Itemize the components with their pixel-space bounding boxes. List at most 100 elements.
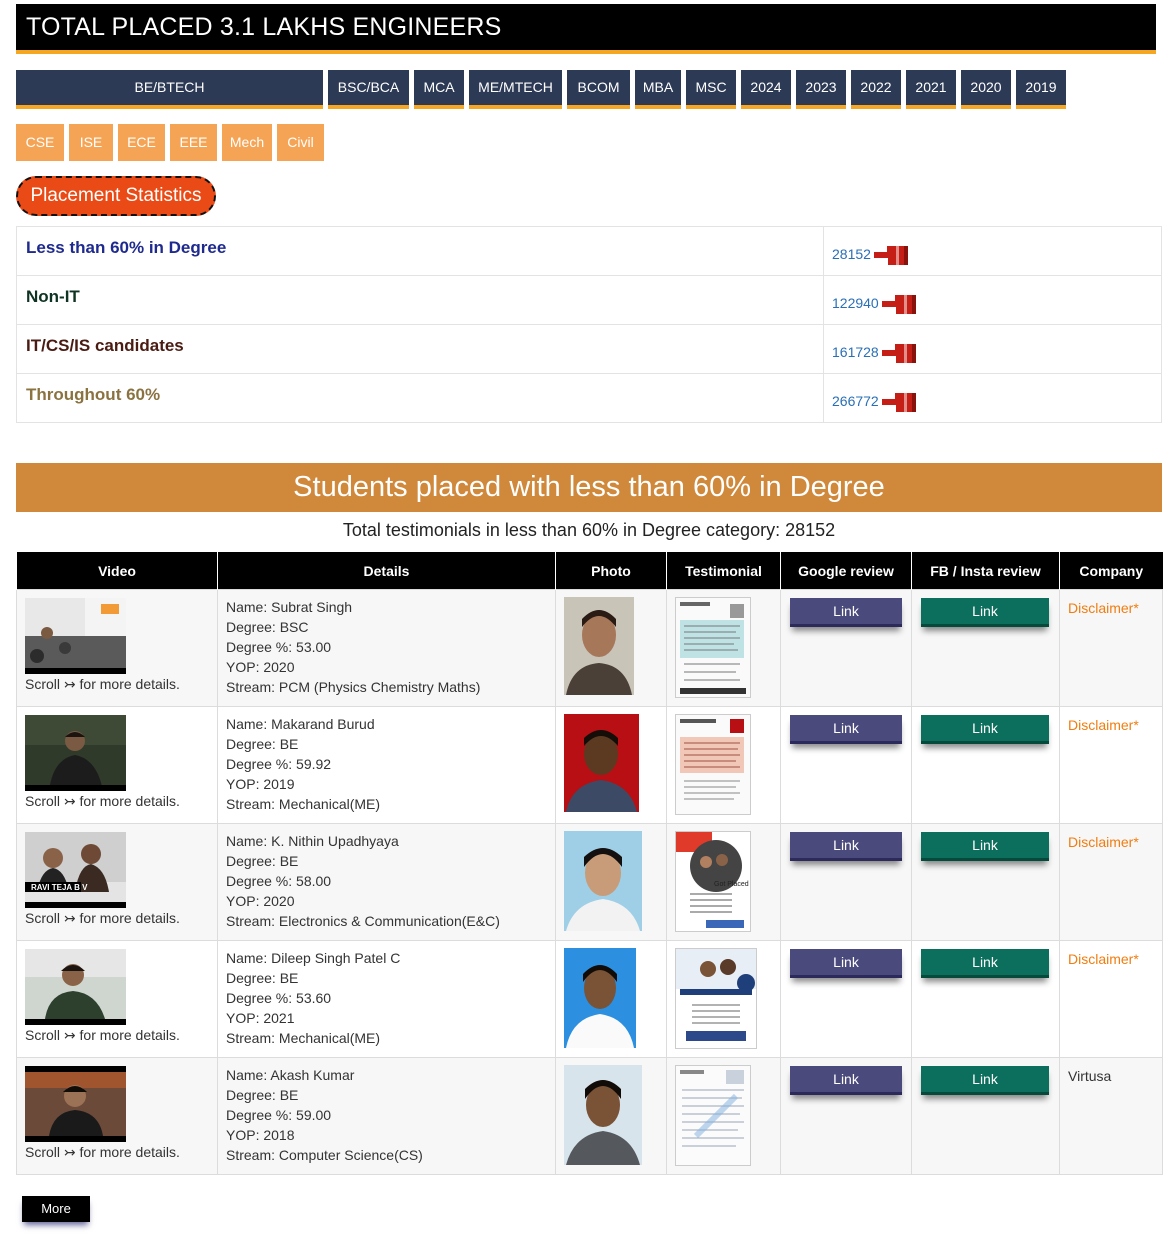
student-stream: Stream: Computer Science(CS): [226, 1147, 423, 1163]
tab-me-mtech[interactable]: ME/MTECH: [469, 70, 562, 109]
stats-count-link[interactable]: 266772: [832, 393, 879, 409]
tab-msc[interactable]: MSC: [686, 70, 736, 109]
tab-ise[interactable]: ISE: [69, 124, 113, 161]
student-degree-percentage: Degree %: 53.60: [226, 990, 332, 1006]
tab-mba[interactable]: MBA: [635, 70, 681, 109]
student-photo[interactable]: [564, 831, 642, 931]
company-disclaimer-link[interactable]: Disclaimer*: [1068, 600, 1162, 616]
video-thumbnail[interactable]: [25, 715, 126, 791]
student-photo[interactable]: [564, 597, 634, 695]
video-thumbnail[interactable]: [25, 598, 126, 674]
testimonial-image[interactable]: [675, 714, 751, 815]
more-button[interactable]: More: [22, 1196, 90, 1222]
company-name: Virtusa: [1068, 1068, 1112, 1084]
video-frame-image: [25, 1066, 126, 1142]
column-header-fb-insta-review: FB / Insta review: [911, 552, 1060, 590]
video-frame-image: [25, 949, 126, 1025]
tab-2020[interactable]: 2020: [961, 70, 1011, 109]
pointing-hand-icon: [881, 343, 916, 363]
stats-label: Less than 60% in Degree: [26, 238, 227, 257]
student-yop: YOP: 2019: [226, 776, 295, 792]
pointing-hand-icon: [881, 392, 916, 412]
tab-2024[interactable]: 2024: [741, 70, 791, 109]
table-header-row: Video Details Photo Testimonial Google r…: [16, 552, 1163, 590]
google-review-link-button[interactable]: Link: [790, 1066, 902, 1095]
scroll-note: Scroll ↣ for more details.: [25, 910, 180, 926]
testimonial-image[interactable]: [675, 1065, 751, 1166]
student-degree: Degree: BE: [226, 1087, 299, 1103]
fb-insta-review-link-button[interactable]: Link: [921, 1066, 1049, 1095]
placement-stats-table: Less than 60% in Degree 28152 Non-IT 122…: [16, 226, 1162, 423]
stats-row: Throughout 60% 266772: [16, 373, 1162, 423]
student-stream: Stream: PCM (Physics Chemistry Maths): [226, 679, 481, 695]
scroll-note: Scroll ↣ for more details.: [25, 1144, 180, 1160]
google-review-link-button[interactable]: Link: [790, 949, 902, 978]
stats-row: Non-IT 122940: [16, 275, 1162, 325]
student-name: Name: Akash Kumar: [226, 1067, 355, 1083]
student-stream: Stream: Mechanical(ME): [226, 796, 381, 812]
table-row: Scroll ↣ for more details. Name: Makaran…: [16, 706, 1163, 824]
student-photo[interactable]: [564, 714, 639, 812]
company-disclaimer-link[interactable]: Disclaimer*: [1068, 951, 1162, 967]
testimonial-image[interactable]: Got Placed: [675, 831, 751, 932]
testimonials-table: Video Details Photo Testimonial Google r…: [16, 552, 1163, 1175]
student-yop: YOP: 2020: [226, 659, 295, 675]
fb-insta-review-link-button[interactable]: Link: [921, 598, 1049, 627]
tab-2021[interactable]: 2021: [906, 70, 956, 109]
column-header-details: Details: [217, 552, 556, 590]
testimonial-image[interactable]: [675, 597, 751, 698]
company-disclaimer-link[interactable]: Disclaimer*: [1068, 717, 1162, 733]
tab-2023[interactable]: 2023: [796, 70, 846, 109]
tab-mca[interactable]: MCA: [414, 70, 464, 109]
google-review-link-button[interactable]: Link: [790, 598, 902, 627]
student-name: Name: Subrat Singh: [226, 599, 353, 615]
google-review-link-button[interactable]: Link: [790, 832, 902, 861]
student-details: Name: Akash Kumar Degree: BE Degree %: 5…: [226, 1065, 555, 1165]
stats-row: Less than 60% in Degree 28152: [16, 226, 1162, 276]
student-photo[interactable]: [564, 948, 636, 1048]
scroll-note: Scroll ↣ for more details.: [25, 1027, 180, 1043]
column-header-photo: Photo: [555, 552, 667, 590]
student-details: Name: Subrat Singh Degree: BSC Degree %:…: [226, 597, 555, 697]
tab-mech[interactable]: Mech: [222, 124, 272, 161]
company-disclaimer-link[interactable]: Disclaimer*: [1068, 834, 1162, 850]
fb-insta-review-link-button[interactable]: Link: [921, 715, 1049, 744]
pointing-hand-icon: [881, 294, 916, 314]
tab-be-btech[interactable]: BE/BTECH: [16, 70, 323, 109]
student-details: Name: Makarand Burud Degree: BE Degree %…: [226, 714, 555, 814]
video-frame-image: [25, 715, 126, 791]
student-degree: Degree: BE: [226, 853, 299, 869]
video-thumbnail[interactable]: [25, 949, 126, 1025]
placement-statistics-badge: Placement Statistics: [16, 176, 216, 216]
tab-2019[interactable]: 2019: [1016, 70, 1066, 109]
stats-count-link[interactable]: 122940: [832, 295, 879, 311]
fb-insta-review-link-button[interactable]: Link: [921, 949, 1049, 978]
stats-count-link[interactable]: 28152: [832, 246, 871, 262]
google-review-link-button[interactable]: Link: [790, 715, 902, 744]
tab-bsc-bca[interactable]: BSC/BCA: [328, 70, 409, 109]
student-yop: YOP: 2020: [226, 893, 295, 909]
tab-eee[interactable]: EEE: [170, 124, 217, 161]
fb-insta-review-link-button[interactable]: Link: [921, 832, 1049, 861]
video-thumbnail[interactable]: [25, 1066, 126, 1142]
tab-bcom[interactable]: BCOM: [567, 70, 630, 109]
stats-label: Non-IT: [26, 287, 80, 306]
student-stream: Stream: Mechanical(ME): [226, 1030, 381, 1046]
stats-count-link[interactable]: 161728: [832, 344, 879, 360]
student-details: Name: K. Nithin Upadhyaya Degree: BE Deg…: [226, 831, 555, 931]
video-thumbnail[interactable]: RAVI TEJA B V: [25, 832, 126, 908]
student-name: Name: K. Nithin Upadhyaya: [226, 833, 399, 849]
stats-label: IT/CS/IS candidates: [26, 336, 184, 355]
student-name: Name: Makarand Burud: [226, 716, 375, 732]
tab-cse[interactable]: CSE: [16, 124, 64, 161]
section-title-banner: Students placed with less than 60% in De…: [16, 463, 1162, 512]
table-row: Scroll ↣ for more details. Name: Akash K…: [16, 1057, 1163, 1175]
student-name: Name: Dileep Singh Patel C: [226, 950, 401, 966]
stats-label: Throughout 60%: [26, 385, 161, 404]
testimonial-image[interactable]: [675, 948, 757, 1049]
tab-civil[interactable]: Civil: [277, 124, 324, 161]
tab-ece[interactable]: ECE: [118, 124, 165, 161]
tab-2022[interactable]: 2022: [851, 70, 901, 109]
student-photo[interactable]: [564, 1065, 642, 1165]
table-row: Scroll ↣ for more details. Name: Subrat …: [16, 589, 1163, 707]
